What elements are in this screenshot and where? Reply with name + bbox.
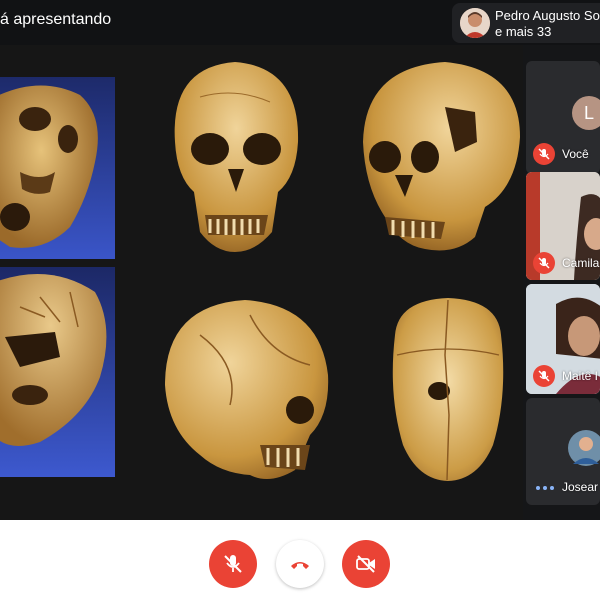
skull-left-top-image bbox=[0, 77, 115, 259]
presenting-label: á apresentando bbox=[0, 11, 112, 28]
mic-off-icon bbox=[533, 143, 555, 165]
skull-oblique-image bbox=[363, 62, 520, 251]
avatar bbox=[568, 430, 600, 466]
skull-front-image bbox=[174, 62, 299, 252]
mic-toggle-button[interactable] bbox=[209, 540, 257, 588]
mic-off-icon bbox=[533, 252, 555, 274]
participant-tile-you[interactable]: L Você bbox=[526, 61, 600, 174]
camera-off-icon bbox=[356, 555, 375, 573]
participant-strip: L Você Camila Maitê I Josear bbox=[523, 45, 600, 520]
participant-name: Camila bbox=[562, 256, 600, 270]
skull-top-image bbox=[392, 298, 504, 481]
skull-left-bottom-image bbox=[0, 267, 115, 477]
presenter-name: Pedro Augusto So bbox=[495, 8, 600, 23]
presentation-stage bbox=[0, 45, 523, 520]
avatar: L bbox=[572, 96, 600, 130]
participant-name: Você bbox=[562, 147, 589, 161]
top-bar: á apresentando Pedro Augusto So e mais 3… bbox=[0, 0, 600, 45]
mic-off-icon bbox=[533, 365, 555, 387]
participant-name: Josear bbox=[562, 480, 599, 494]
mic-off-icon bbox=[224, 555, 242, 573]
call-controls bbox=[0, 520, 600, 600]
participants-chip[interactable]: Pedro Augusto So e mais 33 bbox=[452, 3, 600, 43]
skull-side-image bbox=[165, 300, 329, 479]
hangup-icon bbox=[291, 562, 309, 569]
participants-count: e mais 33 bbox=[495, 24, 552, 39]
hangup-button[interactable] bbox=[276, 540, 324, 588]
presenter-avatar bbox=[460, 8, 490, 38]
participant-tile-camila[interactable]: Camila bbox=[526, 172, 600, 280]
participant-name: Maitê I bbox=[562, 369, 599, 383]
participant-tile-josean[interactable]: Josear bbox=[526, 398, 600, 505]
camera-toggle-button[interactable] bbox=[342, 540, 390, 588]
speaking-dots-icon bbox=[536, 483, 558, 493]
participant-tile-maite[interactable]: Maitê I bbox=[526, 284, 600, 394]
